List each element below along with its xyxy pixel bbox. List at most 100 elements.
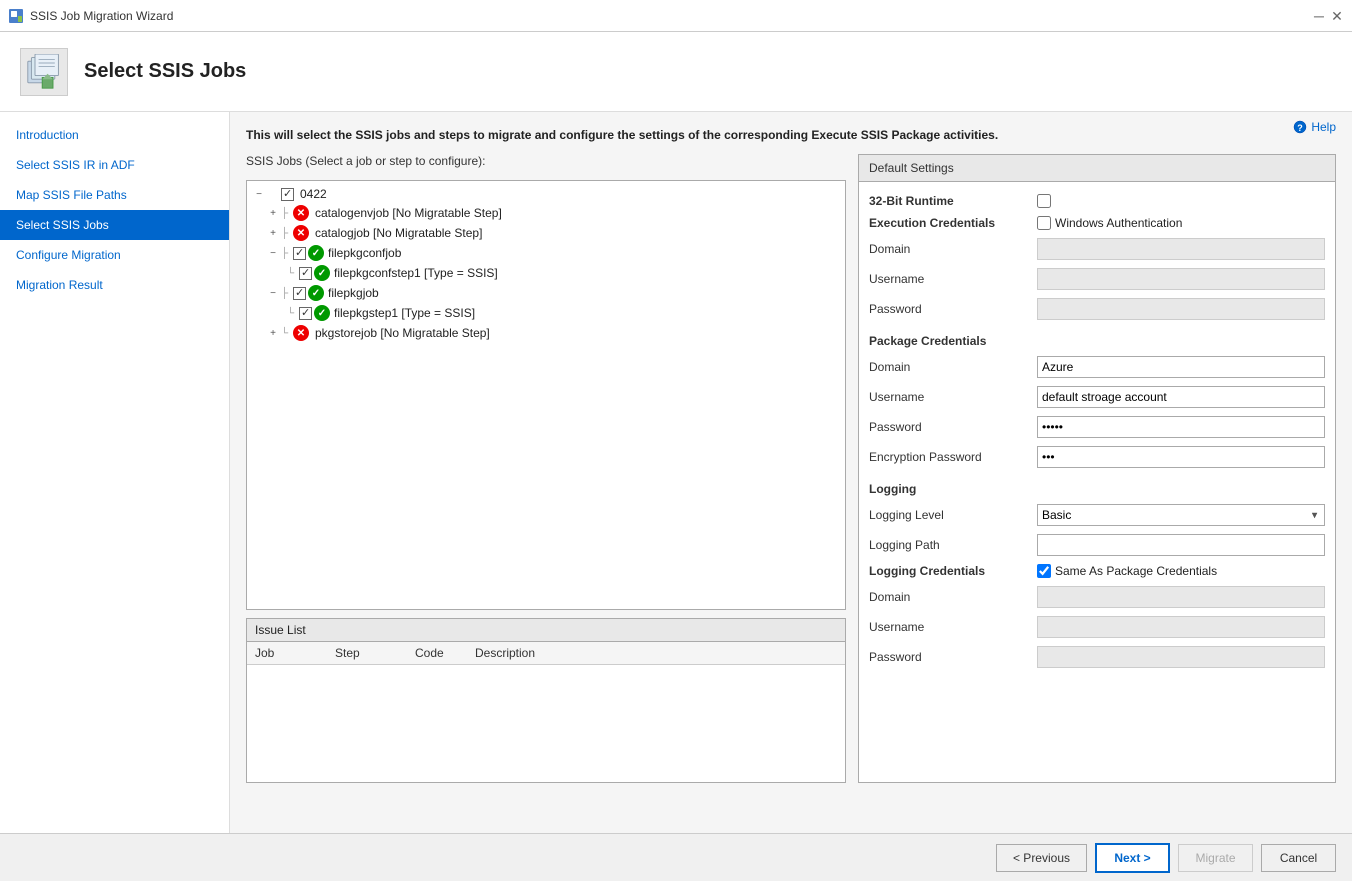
close-icon[interactable]: ✕ <box>1330 9 1344 23</box>
row-32bit-runtime: 32-Bit Runtime <box>869 190 1325 212</box>
expand-icon-filepkgjob[interactable]: − <box>267 287 279 299</box>
tree-label-filepkgconfjob: filepkgconfjob <box>328 246 401 260</box>
tree-node-filepkgstep1[interactable]: └ ✓ filepkgstep1 [Type = SSIS] <box>251 303 841 323</box>
page-title: Select SSIS Jobs <box>84 60 246 83</box>
tree-label-filepkgjob: filepkgjob <box>328 286 379 300</box>
tree-label-filepkgstep1: filepkgstep1 [Type = SSIS] <box>334 306 475 320</box>
status-icon-filepkgstep1: ✓ <box>314 305 330 321</box>
description-text: This will select the SSIS jobs and steps… <box>246 128 1336 142</box>
label-package-credentials: Package Credentials <box>869 334 1029 348</box>
input-pkg-domain[interactable] <box>1037 356 1325 378</box>
col-description: Description <box>467 642 845 665</box>
label-exec-password: Password <box>869 302 1029 316</box>
previous-button[interactable]: < Previous <box>996 844 1087 872</box>
status-icon-catalogenvjob: ✕ <box>293 205 309 221</box>
input-log-username[interactable] <box>1037 616 1325 638</box>
input-pkg-username[interactable] <box>1037 386 1325 408</box>
label-32bit-runtime: 32-Bit Runtime <box>869 194 1029 208</box>
input-exec-password[interactable] <box>1037 298 1325 320</box>
checkbox-filepkgstep1[interactable] <box>299 307 312 320</box>
label-logging-credentials: Logging Credentials <box>869 564 1029 578</box>
status-icon-pkgstorejob: ✕ <box>293 325 309 341</box>
input-log-domain[interactable] <box>1037 586 1325 608</box>
checkbox-filepkgconfstep1[interactable] <box>299 267 312 280</box>
sidebar-item-migration-result[interactable]: Migration Result <box>0 270 229 300</box>
status-icon-catalogjob: ✕ <box>293 225 309 241</box>
right-panel: Default Settings 32-Bit Runtime Executio… <box>858 154 1336 783</box>
col-job: Job <box>247 642 327 665</box>
tree-container[interactable]: − 0422 + ├ ✕ catalogenvjob [No Migratabl… <box>246 180 846 610</box>
checkbox-windows-auth[interactable] <box>1037 216 1051 230</box>
help-label: Help <box>1311 120 1336 134</box>
sidebar: Introduction Select SSIS IR in ADF Map S… <box>0 112 230 833</box>
input-logging-path[interactable] <box>1037 534 1325 556</box>
tree-node-catalogenvjob[interactable]: + ├ ✕ catalogenvjob [No Migratable Step] <box>251 203 841 223</box>
tree-node-pkgstorejob[interactable]: + └ ✕ pkgstorejob [No Migratable Step] <box>251 323 841 343</box>
expand-icon-filepkgconfjob[interactable]: − <box>267 247 279 259</box>
label-exec-username: Username <box>869 272 1029 286</box>
label-exec-domain: Domain <box>869 242 1029 256</box>
expand-icon-catalogenvjob[interactable]: + <box>267 207 279 219</box>
row-logging-level: Logging Level Basic None Minimal Perform… <box>869 500 1325 530</box>
checkbox-32bit-runtime[interactable] <box>1037 194 1051 208</box>
same-as-pkg-container: Same As Package Credentials <box>1037 564 1217 578</box>
issue-list-body: Job Step Code Description <box>247 642 845 782</box>
expand-icon-catalogjob[interactable]: + <box>267 227 279 239</box>
col-code: Code <box>407 642 467 665</box>
input-log-password[interactable] <box>1037 646 1325 668</box>
input-encryption-password[interactable] <box>1037 446 1325 468</box>
migrate-button[interactable]: Migrate <box>1178 844 1253 872</box>
minimize-icon[interactable]: ─ <box>1312 9 1326 23</box>
tree-label-catalogjob: catalogjob [No Migratable Step] <box>315 226 482 240</box>
jobs-panel-label: SSIS Jobs (Select a job or step to confi… <box>246 154 846 168</box>
app-icon <box>8 8 24 24</box>
tree-node-filepkgjob[interactable]: − ├ ✓ filepkgjob <box>251 283 841 303</box>
checkbox-same-as-pkg[interactable] <box>1037 564 1051 578</box>
row-pkg-username: Username <box>869 382 1325 412</box>
sidebar-item-configure-migration[interactable]: Configure Migration <box>0 240 229 270</box>
help-link[interactable]: ? Help <box>1293 120 1336 134</box>
label-log-username: Username <box>869 620 1029 634</box>
col-step: Step <box>327 642 407 665</box>
row-pkg-domain: Domain <box>869 352 1325 382</box>
input-pkg-password[interactable] <box>1037 416 1325 438</box>
checkbox-root[interactable] <box>281 188 294 201</box>
sidebar-item-introduction[interactable]: Introduction <box>0 120 229 150</box>
sidebar-item-map-ssis-file-paths[interactable]: Map SSIS File Paths <box>0 180 229 210</box>
sidebar-item-select-ssis-jobs[interactable]: Select SSIS Jobs <box>0 210 229 240</box>
tree-label-root: 0422 <box>300 187 327 201</box>
row-log-password: Password <box>869 642 1325 672</box>
select-wrapper-logging-level: Basic None Minimal Performance Verbose ▼ <box>1037 504 1325 526</box>
window-controls: ─ ✕ <box>1312 9 1344 23</box>
label-log-domain: Domain <box>869 590 1029 604</box>
row-logging-credentials: Logging Credentials Same As Package Cred… <box>869 560 1325 582</box>
page-header: Select SSIS Jobs <box>0 32 1352 112</box>
next-button[interactable]: Next > <box>1095 843 1170 873</box>
settings-body: 32-Bit Runtime Execution Credentials Win… <box>858 182 1336 783</box>
row-log-username: Username <box>869 612 1325 642</box>
cancel-button[interactable]: Cancel <box>1261 844 1336 872</box>
row-pkg-password: Password <box>869 412 1325 442</box>
status-icon-filepkgconfjob: ✓ <box>308 245 324 261</box>
select-logging-level[interactable]: Basic None Minimal Performance Verbose <box>1037 504 1325 526</box>
label-windows-auth: Windows Authentication <box>1055 216 1182 230</box>
footer: < Previous Next > Migrate Cancel <box>0 833 1352 881</box>
tree-node-root[interactable]: − 0422 <box>251 185 841 203</box>
svg-text:?: ? <box>1298 123 1304 133</box>
row-execution-credentials: Execution Credentials Windows Authentica… <box>869 212 1325 234</box>
row-exec-password: Password <box>869 294 1325 324</box>
sidebar-item-select-ssis-ir[interactable]: Select SSIS IR in ADF <box>0 150 229 180</box>
titlebar-left: SSIS Job Migration Wizard <box>8 8 173 24</box>
input-exec-domain[interactable] <box>1037 238 1325 260</box>
status-icon-filepkgjob: ✓ <box>308 285 324 301</box>
issue-table: Job Step Code Description <box>247 642 845 665</box>
tree-node-filepkgconfjob[interactable]: − ├ ✓ filepkgconfjob <box>251 243 841 263</box>
tree-node-catalogjob[interactable]: + ├ ✕ catalogjob [No Migratable Step] <box>251 223 841 243</box>
expand-icon-pkgstorejob[interactable]: + <box>267 327 279 339</box>
tree-node-filepkgconfstep1[interactable]: └ ✓ filepkgconfstep1 [Type = SSIS] <box>251 263 841 283</box>
input-exec-username[interactable] <box>1037 268 1325 290</box>
content-area: ? Help This will select the SSIS jobs an… <box>230 112 1352 833</box>
checkbox-filepkgjob[interactable] <box>293 287 306 300</box>
expand-icon-root[interactable]: − <box>253 188 265 200</box>
checkbox-filepkgconfjob[interactable] <box>293 247 306 260</box>
